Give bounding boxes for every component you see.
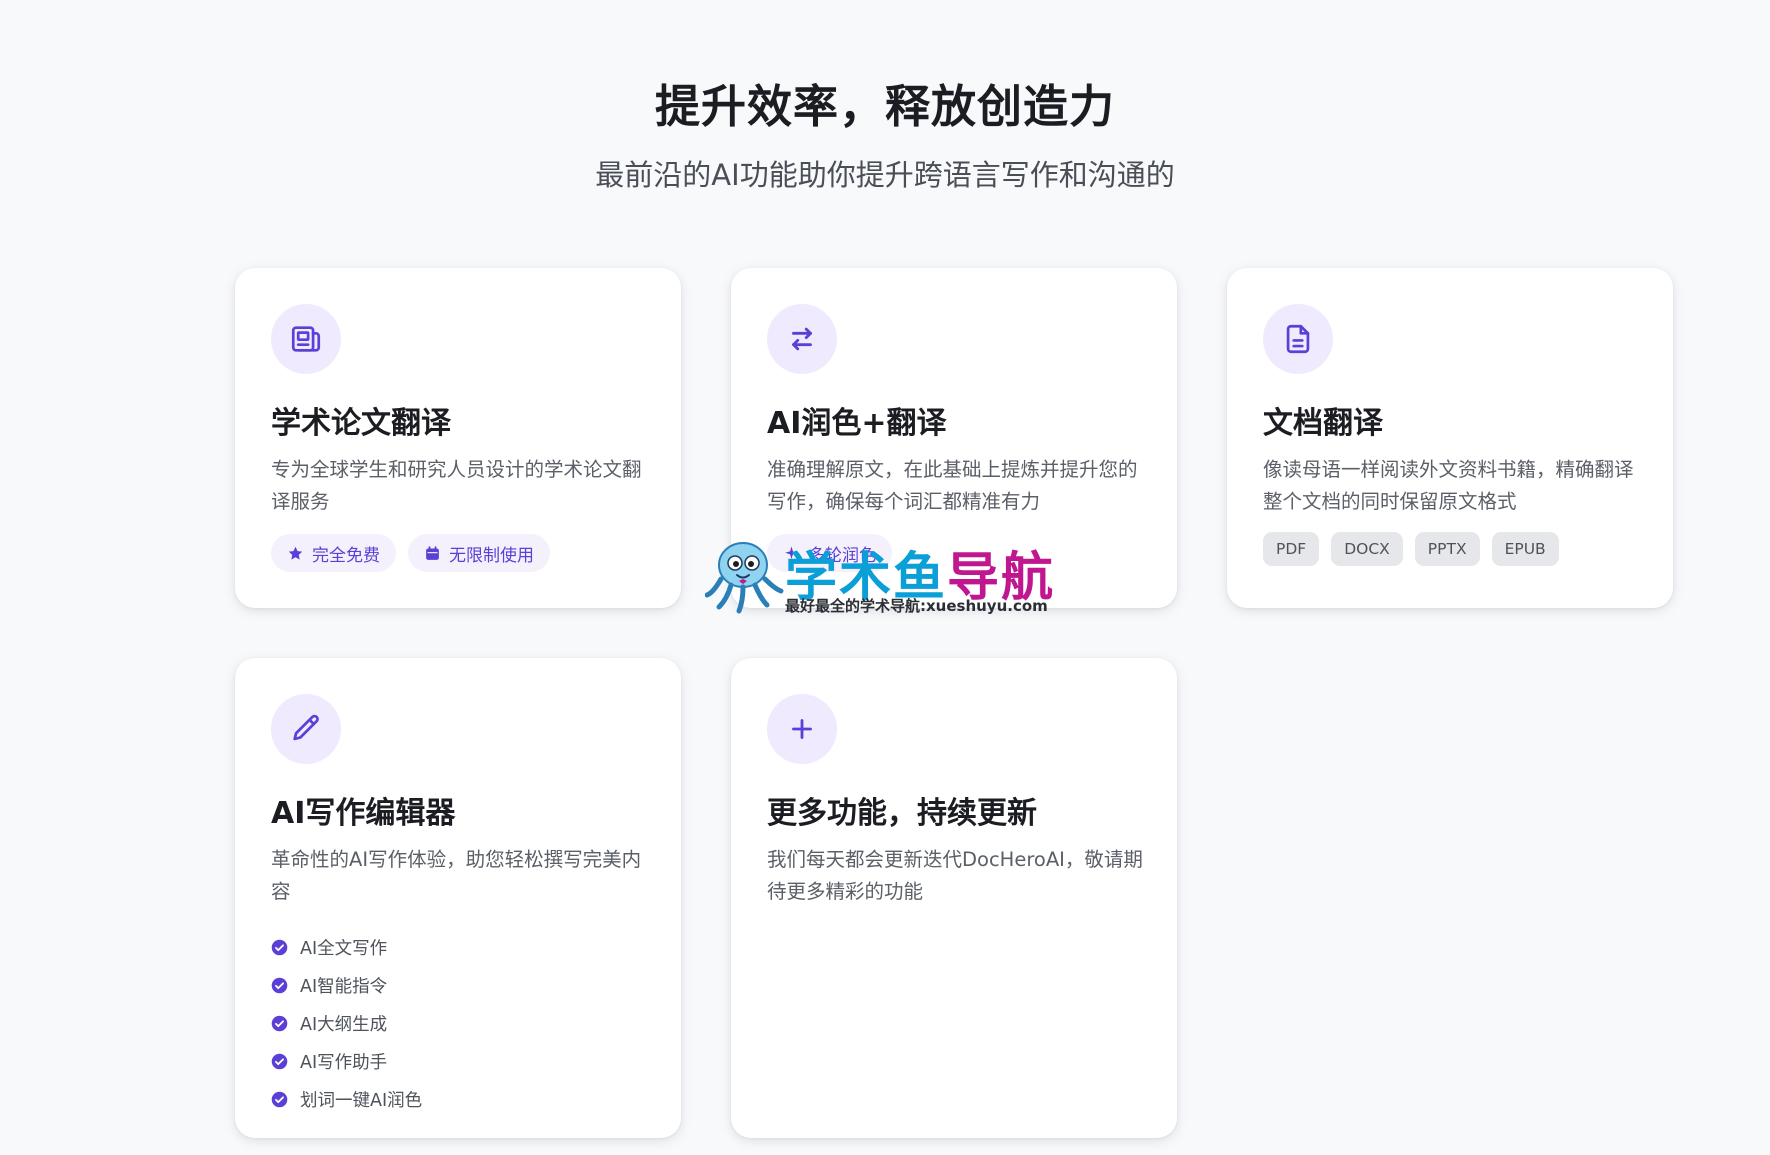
pill-label: 完全免费	[312, 545, 380, 566]
document-icon	[1263, 304, 1333, 374]
check-circle-icon	[271, 1091, 288, 1107]
star-icon	[288, 546, 303, 560]
list-item-label: AI大纲生成	[300, 1014, 388, 1035]
list-item-label: AI智能指令	[300, 976, 388, 997]
card-title: 学术论文翻译	[271, 406, 451, 441]
watermark-url: 最好最全的学术导航:xueshuyu.com	[785, 597, 1048, 615]
feature-card-document-translation[interactable]: 文档翻译 像读母语一样阅读外文资料书籍，精确翻译整个文档的同时保留原文格式 PD…	[1227, 268, 1673, 608]
list-item: AI智能指令	[271, 966, 422, 1004]
list-item-label: 划词一键AI润色	[300, 1090, 423, 1111]
pill-label: 无限制使用	[449, 545, 534, 566]
page-subtitle: 最前沿的AI功能助你提升跨语言写作和沟通的	[595, 158, 1175, 192]
calendar-icon	[426, 545, 439, 560]
format-tag-pptx: PPTX	[1414, 532, 1480, 566]
feature-card-more-features[interactable]: 更多功能，持续更新 我们每天都会更新迭代DocHeroAI，敬请期待更多精彩的功…	[731, 658, 1177, 1138]
features-page: 提升效率，释放创造力 最前沿的AI功能助你提升跨语言写作和沟通的 学术论文翻译 …	[0, 0, 1770, 1155]
check-circle-icon	[271, 977, 288, 993]
list-item: AI全文写作	[271, 928, 422, 966]
plus-icon	[767, 694, 837, 764]
pill-free: 完全免费	[271, 534, 396, 572]
swap-arrows-icon	[767, 304, 837, 374]
card-description: 我们每天都会更新迭代DocHeroAI，敬请期待更多精彩的功能	[767, 848, 1143, 903]
card-title: AI润色+翻译	[767, 406, 947, 441]
card-title: 文档翻译	[1263, 406, 1383, 441]
card-description: 革命性的AI写作体验，助您轻松撰写完美内容	[271, 848, 642, 903]
feature-list: AI全文写作 AI智能指令 AI大纲生成 AI写作助手 划词一键AI润色	[271, 928, 422, 1118]
check-circle-icon	[271, 1053, 288, 1069]
check-circle-icon	[271, 1015, 288, 1031]
list-item-label: AI写作助手	[300, 1052, 388, 1073]
list-item: AI写作助手	[271, 1042, 422, 1080]
pencil-icon	[271, 694, 341, 764]
list-item-label: AI全文写作	[300, 938, 388, 959]
page-title: 提升效率，释放创造力	[654, 80, 1115, 133]
format-tag-pdf: PDF	[1263, 532, 1320, 566]
card-title: 更多功能，持续更新	[767, 796, 1037, 831]
feature-card-ai-writing-editor[interactable]: AI写作编辑器 革命性的AI写作体验，助您轻松撰写完美内容 AI全文写作 AI智…	[235, 658, 681, 1138]
check-circle-icon	[271, 939, 288, 955]
format-tag-docx: DOCX	[1331, 532, 1403, 566]
format-tags: PDF DOCX PPTX EPUB	[1263, 532, 1559, 566]
list-item: AI大纲生成	[271, 1004, 422, 1042]
feature-pills: 完全免费 无限制使用	[271, 534, 550, 572]
watermark: 学术鱼导航 最好最全的学术导航:xueshuyu.com	[705, 535, 1065, 615]
format-tag-epub: EPUB	[1491, 532, 1559, 566]
card-description: 准确理解原文，在此基础上提炼并提升您的写作，确保每个词汇都精准有力	[767, 458, 1138, 513]
card-title: AI写作编辑器	[271, 796, 456, 831]
octopus-mascot-icon	[705, 542, 784, 614]
list-item: 划词一键AI润色	[271, 1080, 422, 1118]
pill-unlimited: 无限制使用	[408, 534, 550, 572]
newspaper-icon	[271, 304, 341, 374]
card-description: 专为全球学生和研究人员设计的学术论文翻译服务	[271, 458, 642, 513]
feature-card-academic-translation[interactable]: 学术论文翻译 专为全球学生和研究人员设计的学术论文翻译服务 完全免费 无限制使用	[235, 268, 681, 608]
card-description: 像读母语一样阅读外文资料书籍，精确翻译整个文档的同时保留原文格式	[1263, 458, 1634, 513]
